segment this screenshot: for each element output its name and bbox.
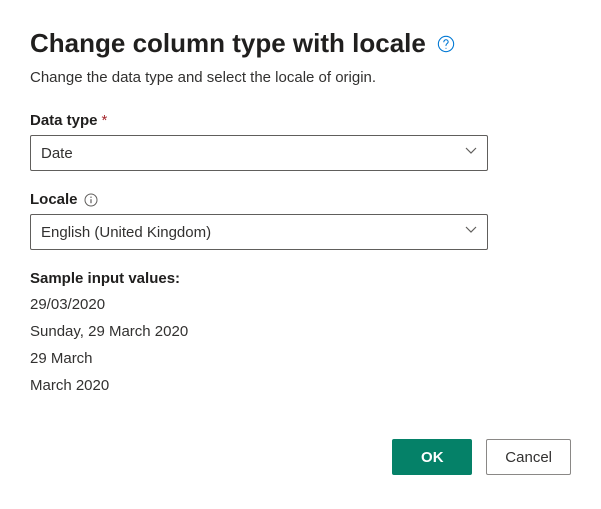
dialog-title: Change column type with locale — [30, 28, 426, 59]
data-type-field: Data type * Date — [30, 112, 571, 171]
locale-select[interactable]: English (United Kingdom) — [30, 214, 488, 250]
ok-button[interactable]: OK — [392, 439, 472, 475]
sample-value: March 2020 — [30, 372, 571, 399]
locale-select-wrap: English (United Kingdom) — [30, 214, 488, 250]
cancel-button[interactable]: Cancel — [486, 439, 571, 475]
sample-value: 29/03/2020 — [30, 291, 571, 318]
data-type-label: Data type * — [30, 112, 571, 129]
sample-heading: Sample input values: — [30, 270, 571, 287]
sample-list: 29/03/2020 Sunday, 29 March 2020 29 Marc… — [30, 291, 571, 399]
sample-value: 29 March — [30, 345, 571, 372]
sample-value: Sunday, 29 March 2020 — [30, 318, 571, 345]
dialog-subtitle: Change the data type and select the loca… — [30, 69, 571, 86]
data-type-select-wrap: Date — [30, 135, 488, 171]
required-asterisk: * — [102, 112, 108, 129]
data-type-select[interactable]: Date — [30, 135, 488, 171]
locale-selected-value: English (United Kingdom) — [41, 224, 211, 241]
dialog-header: Change column type with locale — [30, 28, 571, 59]
sample-section: Sample input values: 29/03/2020 Sunday, … — [30, 270, 571, 399]
locale-field: Locale English (United Kingdom) — [30, 191, 571, 250]
data-type-label-text: Data type — [30, 112, 98, 129]
button-row: OK Cancel — [30, 439, 571, 475]
info-icon[interactable] — [84, 193, 98, 207]
help-icon[interactable] — [436, 34, 456, 54]
locale-label-text: Locale — [30, 191, 78, 208]
locale-label: Locale — [30, 191, 571, 208]
data-type-selected-value: Date — [41, 145, 73, 162]
